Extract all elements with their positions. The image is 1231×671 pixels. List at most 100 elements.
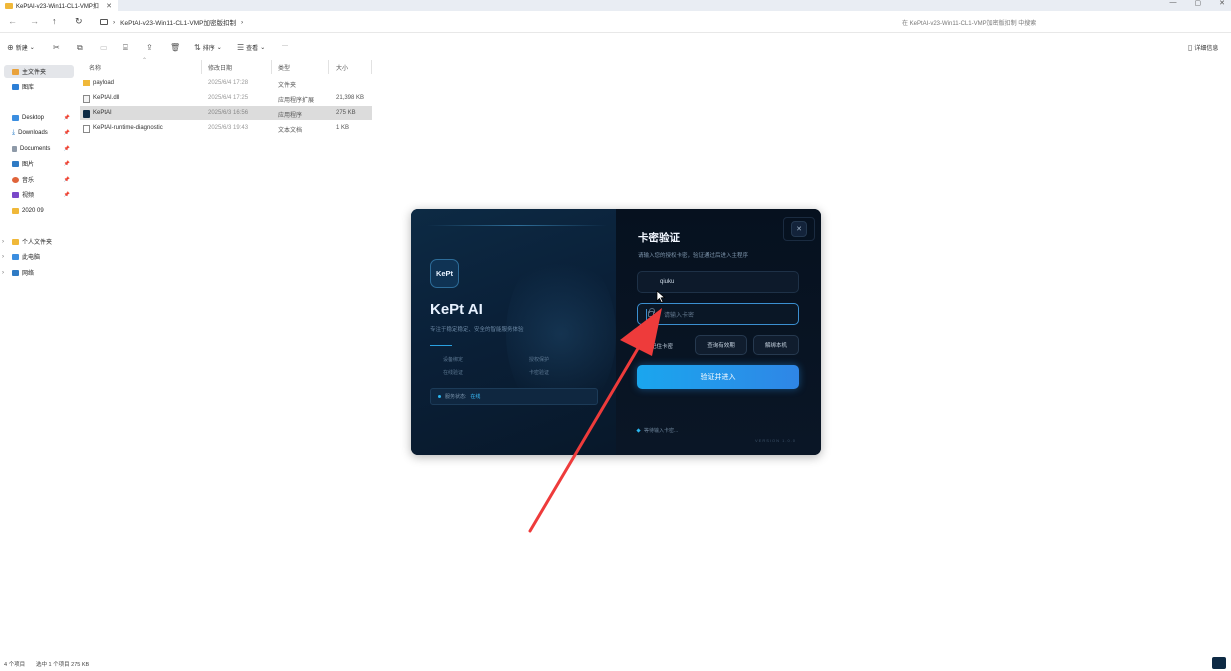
column-divider[interactable] [201,60,202,74]
column-header-size[interactable]: 大小 [336,63,348,72]
text-file-icon [83,125,90,133]
forward-icon[interactable]: → [30,16,39,26]
diamond-icon [636,428,641,433]
folder-icon [5,2,13,9]
sidebar-item-network[interactable]: › 网络 [2,266,74,279]
paste-button[interactable]: ▭ [100,43,108,52]
file-type: 应用程序扩展 [278,98,315,104]
username-value: qiuku [660,279,675,285]
minimize-button[interactable]: — [1170,0,1177,7]
sidebar-item-videos[interactable]: 视频 📌 [4,188,74,201]
pin-icon[interactable]: 📌 [64,146,70,152]
cut-button[interactable]: ✂ [53,43,60,52]
remember-label[interactable]: 记住卡密 [651,342,673,350]
chevron-right-icon[interactable]: › [2,270,4,276]
scissors-icon: ✂ [53,43,60,52]
sidebar-item-label: 主文件夹 [22,70,47,76]
delete-button[interactable]: 🗑 [170,43,180,52]
service-status: 服务状态: 在线 [430,388,598,405]
logo-text: KePt [435,269,454,278]
share-button[interactable]: ⇪ [146,43,153,52]
back-icon[interactable]: ← [8,16,17,26]
dialog-form-panel [616,209,821,455]
pin-icon[interactable]: 📌 [64,161,70,167]
command-bar: ⊕ 新建 ⌄ ✂ ⧉ ▭ ⌸ ⇪ 🗑 ⇅ 排序 ⌄ ☰ 查看 ⌄ ··· ▯ 详… [0,34,1231,60]
table-row[interactable]: KePtAI.dll 2025/6/4 17:25 应用程序扩展 21,398 … [80,91,372,105]
sidebar-item-desktop[interactable]: Desktop 📌 [4,111,74,124]
details-button[interactable]: ▯ 详细信息 [1188,43,1218,52]
view-button[interactable]: ☰ 查看 ⌄ [237,43,265,52]
pin-icon[interactable]: 📌 [64,115,70,121]
sidebar-item-pictures[interactable]: 图片 📌 [4,157,74,170]
status-dot-icon [438,395,441,398]
chevron-down-icon: ⌄ [29,45,35,51]
column-header-name[interactable]: 名称 [89,63,101,72]
tab-close-icon[interactable]: ✕ [106,2,112,10]
dialog-close-button[interactable]: ✕ [791,221,807,237]
sort-button[interactable]: ⇅ 排序 ⌄ [194,43,222,52]
column-header-type[interactable]: 类型 [278,63,290,72]
refresh-icon[interactable]: ↻ [75,16,83,27]
column-divider[interactable] [371,60,372,74]
pin-icon[interactable]: 📌 [64,177,70,183]
paste-icon: ▭ [100,43,108,52]
sort-icon: ⇅ [194,43,201,52]
share-icon: ⇪ [146,43,153,52]
status-value: 在线 [470,394,481,400]
rename-icon: ⌸ [123,43,128,52]
file-size: 21,398 KB [336,95,365,101]
card-key-input[interactable]: 请输入卡密 [637,303,799,325]
column-divider[interactable] [271,60,272,74]
sidebar-item-label: Desktop [22,114,45,121]
sidebar-item-downloads[interactable]: ⤓ Downloads 📌 [4,126,74,139]
table-row[interactable]: payload 2025/6/4 17:28 文件夹 [80,76,372,90]
dll-file-icon [83,95,90,103]
table-row[interactable]: KePtAI-runtime-diagnostic 2025/6/3 19:43… [80,121,372,135]
breadcrumb-folder[interactable]: KePtAI-v23-Win11-CL1-VMP加密版扣制 [120,17,236,27]
sidebar-item-this-pc[interactable]: › 此电脑 [2,250,74,263]
breadcrumb[interactable]: › KePtAI-v23-Win11-CL1-VMP加密版扣制 › [100,17,243,27]
column-divider[interactable] [328,60,329,74]
search-input[interactable]: 在 KePtAI-v23-Win11-CL1-VMP加密版扣制 中搜索 [896,16,1226,29]
feature-label: 卡密验证 [529,370,550,376]
table-row[interactable]: KePtAI 2025/6/3 16:56 应用程序 275 KB [80,106,372,120]
sidebar-item-label: Downloads [18,129,48,136]
sidebar-item-label: 此电脑 [22,255,41,261]
chevron-right-icon[interactable]: › [2,254,4,260]
folder-tab[interactable]: KePtAI-v23-Win11-CL1-VMP扣 ✕ [0,0,118,11]
new-button[interactable]: ⊕ 新建 ⌄ [7,43,35,52]
up-icon[interactable]: ↑ [52,16,57,26]
sort-chevron-icon: ⌃ [142,58,148,64]
file-name: payload [93,80,115,86]
file-name: KePtAI.dll [93,95,120,101]
file-size: 275 KB [336,110,356,116]
sidebar-item-music[interactable]: 音乐 📌 [4,173,74,186]
sidebar-item-documents[interactable]: Documents 📌 [4,142,74,155]
rename-button[interactable]: ⌸ [123,43,128,53]
verify-enter-button[interactable]: 验证并进入 [637,365,799,389]
status-bar: 4 个项目 选中 1 个项目 275 KB [0,656,1231,671]
more-button[interactable]: ··· [282,43,288,49]
close-window-button[interactable]: ✕ [1219,0,1225,7]
pin-icon[interactable]: 📌 [64,130,70,136]
copy-button[interactable]: ⧉ [77,43,83,53]
column-header-date[interactable]: 修改日期 [208,63,232,72]
maximize-button[interactable]: ▢ [1195,0,1202,7]
search-placeholder: 在 KePtAI-v23-Win11-CL1-VMP加密版扣制 中搜索 [902,21,1037,27]
chevron-right-icon[interactable]: › [2,239,4,245]
brand-name: KePt AI [430,301,483,318]
sidebar-item-home[interactable]: 主文件夹 [4,65,74,78]
sidebar-item-2020-09[interactable]: 2020 09 [4,204,74,217]
copy-icon: ⧉ [77,43,83,52]
sidebar-item-gallery[interactable]: 图库 [4,80,74,93]
query-validity-button[interactable]: 查询有效期 [695,335,747,355]
sidebar-item-label: 音乐 [22,178,35,184]
view-label: 查看 [246,46,259,52]
pin-icon[interactable]: 📌 [64,192,70,198]
remember-checkbox[interactable]: ✓ [637,340,647,350]
username-field[interactable]: qiuku [637,271,799,293]
unbind-button[interactable]: 解绑本机 [753,335,799,355]
sidebar-item-personal[interactable]: › 个人文件夹 [2,235,74,248]
music-icon [12,176,19,183]
taskbar-app-icon[interactable] [1212,657,1226,669]
